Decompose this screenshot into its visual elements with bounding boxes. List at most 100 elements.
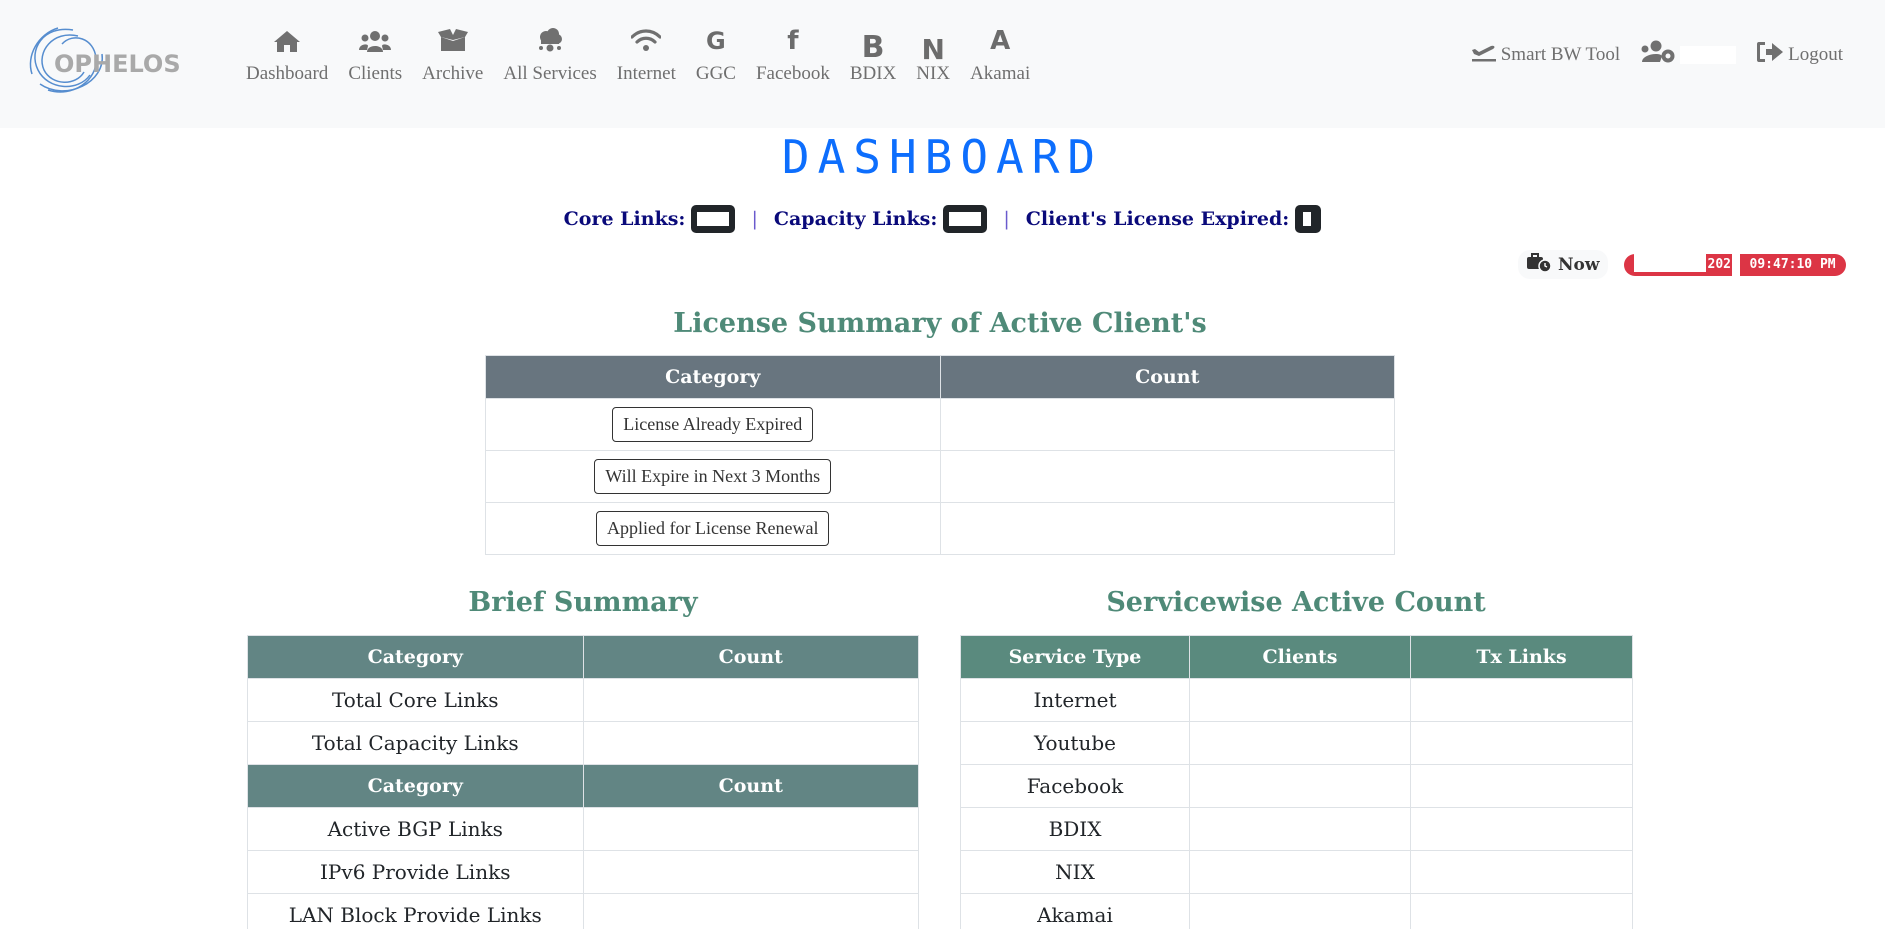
table-row: NIX [960,850,1633,894]
header-clients: Clients [1189,635,1411,679]
facebook-icon: f [787,26,799,56]
logo[interactable]: OPHELOS [18,20,181,100]
table-row: License Already Expired [485,398,1395,451]
service-cell: Internet [960,678,1190,722]
clients-cell [1189,678,1411,722]
nav-ggc[interactable]: G GGC [686,24,746,85]
tx-links-cell [1410,678,1633,722]
tx-links-cell [1410,807,1633,851]
bdix-icon: B [861,29,885,65]
google-icon: G [706,27,726,55]
header-service-type: Service Type [960,635,1190,679]
nav-nix[interactable]: N NIX [906,24,960,85]
now-pill: Now [1518,250,1608,279]
page-title: DASHBOARD [781,130,1104,184]
home-icon [273,24,301,58]
nav-akamai-label: Akamai [970,63,1031,84]
nav-all-services[interactable]: All Services [493,24,606,85]
logout-label: Logout [1788,44,1843,65]
table-row: LAN Block Provide Links [247,893,919,929]
table-header-row: Service Type Clients Tx Links [960,635,1633,679]
category-cell: Total Core Links [247,678,584,722]
nav-dashboard[interactable]: Dashboard [236,24,338,85]
clients-cell [1189,893,1411,929]
smart-bw-tool-link[interactable]: Smart BW Tool [1471,42,1620,68]
nav-internet[interactable]: Internet [607,24,686,85]
nav-archive-label: Archive [422,63,484,84]
capacity-links-label: Capacity Links: [773,208,938,230]
nav-akamai[interactable]: A Akamai [960,24,1040,85]
header-count: Count [582,635,919,679]
table-row: Internet [960,678,1633,722]
nav-clients[interactable]: Clients [338,24,412,85]
nix-icon: N [921,32,945,66]
users-cog-icon [1640,40,1676,70]
license-summary-table: Category Count License Already Expired W… [485,355,1395,555]
servicewise-title: Servicewise Active Count [1106,587,1486,618]
time-text: 09:47:10 PM [1749,257,1836,272]
separator: | [751,208,758,230]
table-header-row: Category Count [247,635,919,679]
nav-ggc-label: GGC [695,63,736,84]
summary-line: Core Links: | Capacity Links: | Client's… [0,205,1885,233]
clients-cell [1189,807,1411,851]
license-already-expired-button[interactable]: License Already Expired [612,407,814,442]
table-row: BDIX [960,807,1633,851]
count-cell [939,398,1395,451]
table-header-row: Category Count [485,355,1395,399]
service-cell: Youtube [960,721,1190,765]
header-count: Count [939,355,1395,399]
table-row: Facebook [960,764,1633,808]
nav-clients-label: Clients [348,63,403,84]
navbar: OPHELOS Dashboard Clients Archive All Se… [0,0,1885,128]
brief-summary-title: Brief Summary [468,587,698,618]
clients-cell [1189,850,1411,894]
business-time-icon [1526,252,1552,277]
tx-links-cell [1410,893,1633,929]
table-header-row: Category Count [247,764,919,808]
brief-summary-table: Category Count Total Core Links Total Ca… [247,635,919,929]
license-expired-label: Client's License Expired: [1025,208,1290,230]
cloud-network-icon [536,24,564,58]
category-cell: Active BGP Links [247,807,584,851]
will-expire-button[interactable]: Will Expire in Next 3 Months [594,459,832,494]
nav-archive[interactable]: Archive [412,24,493,85]
separator: | [1003,208,1010,230]
license-expired-badge [1295,205,1322,233]
count-cell [939,502,1395,555]
box-open-icon [437,24,468,58]
core-links-label: Core Links: [563,208,686,230]
table-row: Youtube [960,721,1633,765]
license-summary-title: License Summary of Active Client's [673,308,1207,339]
header-count: Count [582,764,919,808]
category-cell: IPv6 Provide Links [247,850,584,894]
logout-link[interactable]: Logout [1756,40,1843,70]
sign-out-icon [1756,40,1784,70]
service-cell: Akamai [960,893,1190,929]
now-label: Now [1558,254,1600,275]
header-category: Category [247,764,584,808]
header-category: Category [485,355,941,399]
logo-text: OPHELOS [54,50,181,78]
capacity-links-badge [943,205,988,233]
nav-bdix[interactable]: B BDIX [840,24,906,85]
users-icon [359,24,392,58]
table-row: Total Core Links [247,678,919,722]
count-cell [582,850,919,894]
tx-links-cell [1410,721,1633,765]
username-redacted [1680,46,1737,64]
header-category: Category [247,635,584,679]
service-cell: NIX [960,850,1190,894]
servicewise-table: Service Type Clients Tx Links Internet Y… [960,635,1633,929]
applied-renewal-button[interactable]: Applied for License Renewal [596,511,830,546]
clients-cell [1189,764,1411,808]
count-cell [582,721,919,765]
nav-facebook[interactable]: f Facebook [746,24,840,85]
plane-departure-icon [1471,42,1497,68]
nav-nix-label: NIX [916,63,951,84]
table-row: Active BGP Links [247,807,919,851]
user-settings-link[interactable] [1640,40,1737,70]
count-cell [582,807,919,851]
count-cell [582,893,919,929]
date-visible: 202 [1707,257,1731,272]
